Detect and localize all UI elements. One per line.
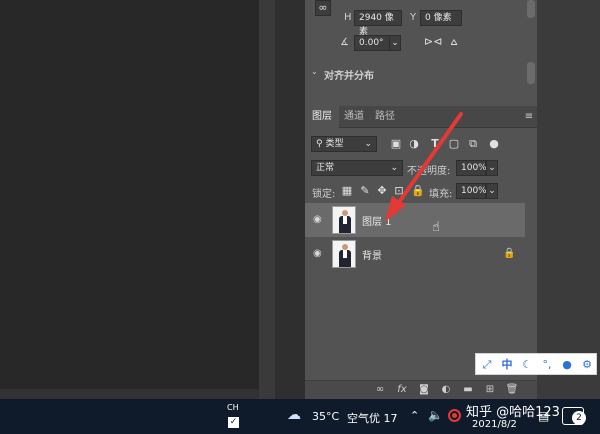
new-layer-icon[interactable]: ⊞ bbox=[483, 383, 497, 397]
lock-transparent-icon[interactable]: ▦ bbox=[341, 184, 353, 198]
layer-name[interactable]: 背景 bbox=[362, 247, 382, 262]
link-icon[interactable]: ∞ bbox=[315, 0, 331, 16]
right-dock-strip bbox=[537, 0, 600, 399]
group-icon[interactable]: ▬ bbox=[461, 383, 475, 397]
lock-all-icon[interactable]: 🔒 bbox=[411, 184, 425, 198]
user-icon[interactable]: ● bbox=[559, 357, 575, 373]
lock-paint-icon[interactable]: ✎ bbox=[359, 184, 371, 198]
mask-icon[interactable]: ◙ bbox=[417, 383, 431, 397]
tab-channels[interactable]: 通道 bbox=[341, 106, 367, 128]
eye-icon[interactable]: ◉ bbox=[313, 214, 325, 226]
fill-label: 填充: bbox=[429, 189, 453, 200]
opacity-dropdown-icon[interactable]: ⌄ bbox=[486, 160, 498, 176]
chevron-down-icon: ⌄ bbox=[364, 139, 372, 149]
properties-scrollbar-thumb[interactable] bbox=[527, 0, 535, 18]
flip-horizontal-icon[interactable]: ⊳⊲ bbox=[424, 35, 442, 49]
filter-kind-select[interactable]: ⚲ 类型 ⌄ bbox=[311, 136, 377, 152]
canvas-status-strip bbox=[0, 389, 259, 399]
ime-toolbar: ⤢ 中 ☾ °, ● ⚙ bbox=[475, 353, 597, 375]
layers-panel-tabs: 图层 通道 路径 ≡ bbox=[305, 106, 537, 128]
opacity-field[interactable]: 100% bbox=[456, 160, 487, 176]
layer-thumbnail bbox=[332, 206, 356, 234]
canvas-area[interactable] bbox=[0, 0, 259, 389]
panel-dock-column bbox=[275, 0, 305, 399]
filter-pixel-icon[interactable]: ▣ bbox=[389, 137, 403, 151]
h-label: H bbox=[344, 12, 352, 23]
search-icon: ⚲ bbox=[316, 139, 323, 149]
punctuation-icon[interactable]: °, bbox=[539, 357, 555, 373]
flip-vertical-icon[interactable]: ⩟ bbox=[447, 35, 461, 49]
record-dot bbox=[452, 413, 457, 418]
align-section-title[interactable]: 对齐并分布 bbox=[324, 67, 374, 82]
weather-air-quality[interactable]: 空气优 17 bbox=[347, 410, 398, 426]
filter-shape-icon[interactable]: ▢ bbox=[447, 137, 461, 151]
layer-row-layer-1[interactable]: ◉ 图层 1 bbox=[305, 203, 525, 237]
y-field[interactable]: 0 像素 bbox=[420, 10, 462, 26]
tab-paths[interactable]: 路径 bbox=[371, 106, 399, 128]
layer-row-background[interactable]: ◉ 背景 🔒 bbox=[305, 237, 525, 271]
angle-field[interactable]: 0.00° bbox=[354, 35, 390, 51]
filter-toggle-icon[interactable]: ● bbox=[487, 137, 501, 151]
weather-temp[interactable]: 35°C bbox=[312, 410, 339, 423]
tab-layers[interactable]: 图层 bbox=[305, 106, 339, 128]
adjustment-layer-icon[interactable]: ◐ bbox=[439, 383, 453, 397]
notification-count: 2 bbox=[572, 411, 586, 425]
layer-name[interactable]: 图层 1 bbox=[362, 213, 392, 228]
angle-icon: ∡ bbox=[340, 37, 349, 48]
fill-field[interactable]: 100% bbox=[456, 183, 487, 199]
height-field[interactable]: 2940 像素 bbox=[354, 10, 402, 37]
checkbox-icon[interactable]: ✓ bbox=[228, 417, 239, 428]
chevron-up-icon[interactable]: ⌃ bbox=[410, 409, 419, 422]
lock-artboard-icon[interactable]: ⊡ bbox=[393, 184, 405, 198]
lock-move-icon[interactable]: ✥ bbox=[376, 184, 388, 198]
filter-type-icon[interactable]: T bbox=[428, 137, 442, 151]
filter-adjustment-icon[interactable]: ◑ bbox=[407, 137, 421, 151]
opacity-label: 不透明度: bbox=[407, 166, 451, 177]
blend-mode-select[interactable]: 正常 ⌄ bbox=[311, 160, 403, 176]
eye-icon[interactable]: ◉ bbox=[313, 248, 325, 260]
y-label: Y bbox=[410, 12, 417, 23]
gear-icon[interactable]: ⚙ bbox=[579, 357, 595, 373]
date[interactable]: 2021/8/2 bbox=[472, 419, 517, 430]
layer-thumbnail bbox=[332, 240, 356, 268]
filter-kind-label: 类型 bbox=[325, 139, 344, 149]
taskbar: CH ✓ ☁ 35°C 空气优 17 ⌃ 🔈 知乎 @哈哈123 2021/8/… bbox=[0, 399, 600, 434]
hand-cursor-icon: ☝ bbox=[432, 220, 440, 235]
volume-icon[interactable]: 🔈 bbox=[428, 408, 443, 422]
layers-bottom-toolbar: ∞ fx ◙ ◐ ▬ ⊞ 🗑 bbox=[305, 380, 537, 399]
ime-arrow-icon[interactable]: ⤢ bbox=[479, 357, 495, 373]
right-panels bbox=[305, 0, 537, 399]
lock-label: 锁定: bbox=[312, 189, 336, 200]
fx-icon[interactable]: fx bbox=[395, 383, 409, 397]
panel-menu-icon[interactable]: ≡ bbox=[523, 106, 535, 128]
cloud-icon: ☁ bbox=[287, 407, 301, 423]
align-section-chevron-icon[interactable]: ⌄ bbox=[311, 67, 318, 76]
document-icon[interactable]: ▤ bbox=[538, 409, 549, 423]
chevron-down-icon: ⌄ bbox=[390, 163, 398, 173]
panel-divider bbox=[259, 0, 275, 399]
ime-mode-label[interactable]: 中 bbox=[499, 357, 515, 373]
angle-dropdown-icon[interactable]: ⌄ bbox=[389, 35, 401, 51]
language-indicator[interactable]: CH bbox=[227, 403, 239, 412]
link-layers-icon[interactable]: ∞ bbox=[373, 383, 387, 397]
moon-icon[interactable]: ☾ bbox=[519, 357, 535, 373]
blend-mode-value: 正常 bbox=[316, 163, 335, 173]
lock-icon: 🔒 bbox=[503, 248, 516, 259]
filter-smart-object-icon[interactable]: ⧉ bbox=[466, 137, 480, 151]
fill-dropdown-icon[interactable]: ⌄ bbox=[486, 183, 498, 199]
trash-icon[interactable]: 🗑 bbox=[505, 383, 519, 397]
properties-scrollbar-thumb-2[interactable] bbox=[527, 62, 535, 84]
